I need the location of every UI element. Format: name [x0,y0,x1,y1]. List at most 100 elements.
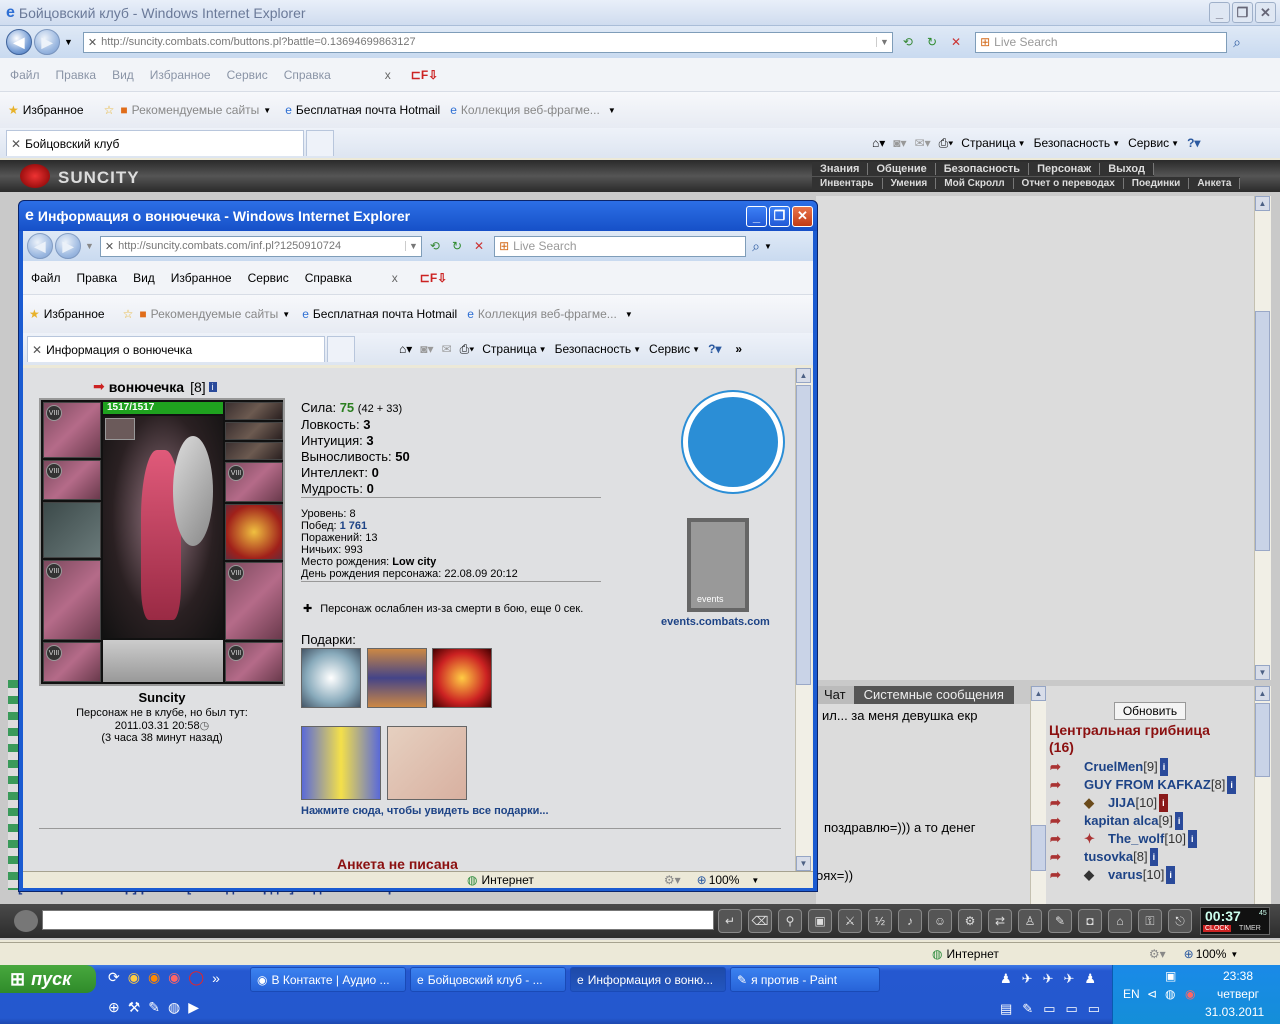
refresh-button[interactable]: Обновить [1114,702,1186,720]
info-icon[interactable]: i [1159,758,1169,776]
user-row[interactable]: ➦ kapitan alca [9] i [1050,812,1236,830]
chrome-icon[interactable]: ◉ [128,969,140,986]
gift-letter[interactable] [387,726,467,800]
menu-character[interactable]: Персонаж [1029,163,1101,175]
gloves-slot[interactable]: VIII [225,462,283,502]
belt-slot[interactable]: VIII [43,642,101,682]
help-icon[interactable]: ?▾ [708,342,721,356]
scroll-up-icon[interactable]: ▲ [1255,196,1270,211]
taskbar-item[interactable]: ◉ В Контакте | Аудио ... [250,967,406,992]
mail-icon[interactable]: ✉▾ [915,136,931,150]
main-address-bar[interactable]: ✕ http://suncity.combats.com/buttons.pl?… [82,31,893,53]
firefox-icon[interactable]: ◉ [148,969,160,986]
earring-slot[interactable] [225,402,283,420]
address-dropdown-icon[interactable]: ▼ [405,241,421,251]
gift-wrapped[interactable] [301,726,381,800]
info-icon[interactable]: i [1159,794,1168,812]
info-icon[interactable]: i [1174,812,1184,830]
user-row[interactable]: ➦ GUY FROM KAFKAZ [8] i [1050,776,1236,794]
menu-tools[interactable]: Сервис [248,271,289,285]
chest-icon[interactable]: ⌂ [1108,909,1132,933]
amulet-slot[interactable] [225,422,283,440]
search-dropdown-icon[interactable]: ▼ [764,242,772,251]
media-icon[interactable]: ◍ [168,999,180,1016]
start-button[interactable]: ⊞ пуск [0,965,96,993]
menu-favorites[interactable]: Избранное [171,271,232,285]
addon-logo-icon[interactable]: ⊏F⇩ [411,68,438,82]
menu-skills[interactable]: Умения [883,178,937,189]
smiley-icon[interactable]: ☺ [928,909,952,933]
compat-icon[interactable]: ⟲ [430,239,440,253]
game-avatar-icon[interactable] [14,910,38,932]
clan-logo-icon[interactable] [683,392,783,492]
suggested-sites-link[interactable]: Рекомендуемые сайты [132,103,260,117]
menu-edit[interactable]: Правка [56,68,97,82]
tab-chat[interactable]: Чат [816,686,854,704]
webslice-dropdown-icon[interactable]: ▼ [608,106,616,115]
cmd-security[interactable]: Безопасность [555,342,632,356]
player-icon[interactable]: ▶ [188,999,199,1016]
suggested-dropdown-icon[interactable]: ▼ [263,106,271,115]
menu-communication[interactable]: Общение [868,163,936,175]
scroll-up-icon[interactable]: ▲ [796,368,811,383]
popup-search-input[interactable]: ⊞ Live Search [494,235,747,257]
filter-icon[interactable]: ⚲ [778,909,802,933]
tray-icon[interactable]: ✈ [1022,971,1033,987]
scroll-up-icon[interactable]: ▲ [1031,686,1046,701]
tab-system-messages[interactable]: Системные сообщения [853,686,1014,704]
print-icon[interactable]: ⎙▾ [939,136,954,151]
suggested-dropdown-icon[interactable]: ▼ [282,310,290,319]
suggested-sites-link[interactable]: Рекомендуемые сайты [151,307,279,321]
exit-icon[interactable]: ⎋ [1168,909,1192,933]
popup-address-bar[interactable]: ✕ http://suncity.combats.com/inf.pl?1250… [99,235,422,257]
user-row[interactable]: ➦ tusovka [8] i [1050,848,1236,866]
scroll-down-icon[interactable]: ▼ [1255,665,1270,680]
menu-security[interactable]: Безопасность [936,163,1030,175]
search-icon[interactable]: ⌕ [1233,34,1241,51]
protected-mode-icon[interactable]: ⚙▾ [1149,947,1166,961]
whisper-icon[interactable]: ➦ [1050,866,1084,884]
menu-inventory[interactable]: Инвентарь [812,178,883,189]
protected-mode-icon[interactable]: ⚙▾ [664,873,681,887]
status-zoom[interactable]: 100% [1196,947,1227,961]
home-icon[interactable]: ⌂▾ [399,342,412,356]
menu-transfers[interactable]: Отчет о переводах [1014,178,1124,189]
clear-icon[interactable]: ⌫ [748,909,772,933]
hotmail-link[interactable]: Бесплатная почта Hotmail [313,307,457,321]
cmd-security[interactable]: Безопасность [1034,136,1111,150]
bracers-slot[interactable]: VIII [43,460,101,500]
chevron-more-icon[interactable]: » [735,342,742,356]
armor-slot[interactable]: VIII [43,560,101,640]
send-icon[interactable]: ↵ [718,909,742,933]
webslice-link[interactable]: Коллекция веб-фрагме... [461,103,600,117]
gift-snowflake[interactable] [301,648,361,708]
cmd-tools[interactable]: Сервис [1128,136,1169,150]
pencil-icon[interactable]: ✎ [148,999,160,1016]
shield-slot[interactable] [225,504,283,560]
gift-picture[interactable] [367,648,427,708]
scroll-down-icon[interactable]: ▼ [796,856,811,871]
info-icon[interactable]: i [1149,848,1159,866]
stop-icon[interactable]: ✕ [951,35,961,49]
hotmail-link[interactable]: Бесплатная почта Hotmail [296,103,440,117]
menu-help[interactable]: Справка [284,68,331,82]
boots-slot[interactable]: VIII [225,642,283,682]
menu-profile[interactable]: Анкета [1189,178,1241,189]
opera-icon[interactable]: ◯ [188,969,204,986]
maximize-button[interactable]: ❐ [1232,2,1253,23]
lock-icon[interactable]: ⚿ [1138,909,1162,933]
menu-knowledge[interactable]: Знания [812,163,869,175]
webslice-link[interactable]: Коллекция веб-фрагме... [478,307,617,321]
private-message-icon[interactable]: ➡ [93,378,105,395]
popup-close-button[interactable]: ✕ [792,205,813,227]
tray-icon[interactable]: ♟ [1084,971,1096,987]
popup-maximize-button[interactable]: ❐ [769,205,790,227]
status-zoom[interactable]: 100% [709,873,740,887]
menu-help[interactable]: Справка [305,271,352,285]
scroll-up-icon[interactable]: ▲ [1255,686,1270,701]
settings-icon[interactable]: ⚙ [958,909,982,933]
close-button[interactable]: ✕ [1255,2,1276,23]
add-favorite-icon[interactable]: ☆ [104,103,115,117]
refresh-icon[interactable]: ↻ [927,35,937,49]
history-dropdown-icon[interactable]: ▼ [85,241,94,251]
